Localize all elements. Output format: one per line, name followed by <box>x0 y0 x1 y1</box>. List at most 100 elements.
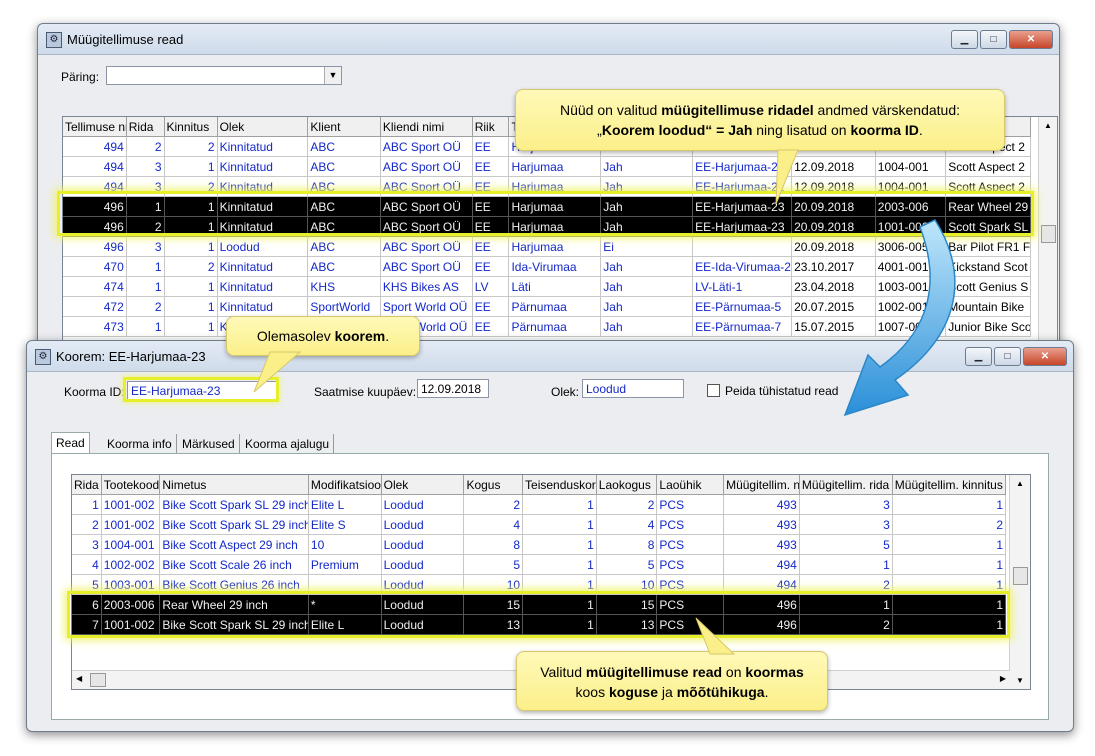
table-cell[interactable]: 15 <box>463 594 524 615</box>
table-row[interactable]: 494 3 1 Kinnitatud ABC ABC Sport OÜ EE Harjumaa… <box>63 156 1031 177</box>
table-cell[interactable]: ABC <box>307 136 381 157</box>
table-cell[interactable]: ABC <box>307 216 381 237</box>
table-cell[interactable]: 10 <box>463 574 524 595</box>
table-cell[interactable]: 1 <box>892 594 1007 615</box>
table-cell[interactable]: EE-Pärnumaa-5 <box>692 296 793 317</box>
table-cell[interactable]: 493 <box>723 494 800 515</box>
table-cell[interactable]: EE <box>472 316 510 337</box>
table-row[interactable]: 496 1 1 Kinnitatud ABC ABC Sport OÜ EE Harjumaa… <box>63 196 1031 217</box>
table-cell[interactable]: ABC <box>307 176 381 197</box>
table-cell[interactable]: EE-Pärnumaa-7 <box>692 316 793 337</box>
tab-read[interactable]: Read <box>51 432 90 455</box>
table-cell[interactable]: 1 <box>522 534 597 555</box>
table-cell[interactable]: 15 <box>596 594 658 615</box>
table-cell[interactable]: 494 <box>723 574 800 595</box>
scroll-up-arrow-icon[interactable]: ▲ <box>1010 479 1030 488</box>
table-cell[interactable]: ABC Sport OÜ <box>380 156 473 177</box>
table-cell[interactable]: Kinnitatud <box>217 136 309 157</box>
table-cell[interactable]: 10 <box>308 534 382 555</box>
maximize-button[interactable]: □ <box>980 30 1007 49</box>
column-header[interactable]: Laoühik <box>656 475 725 495</box>
table-cell[interactable]: ABC Sport OÜ <box>380 236 473 257</box>
table-cell[interactable]: 493 <box>723 534 800 555</box>
table-cell[interactable]: PCS <box>656 494 725 515</box>
table-cell[interactable]: 1 <box>522 614 597 635</box>
table-cell[interactable]: 1001-002 <box>101 614 161 635</box>
column-header[interactable]: Müügitellim. rida <box>799 475 893 495</box>
table-cell[interactable]: Rear Wheel 29 inch <box>159 594 309 615</box>
table-cell[interactable]: Kinnitatud <box>217 156 309 177</box>
status-field[interactable]: Loodud <box>582 379 684 398</box>
table-cell[interactable]: ABC Sport OÜ <box>380 176 473 197</box>
table-cell[interactable]: Loodud <box>217 236 309 257</box>
table-cell[interactable]: Kinnitatud <box>217 296 309 317</box>
table-cell[interactable]: 1004-001 <box>875 156 947 177</box>
column-header[interactable]: Tootekood <box>101 475 161 495</box>
table-cell[interactable]: 1 <box>522 514 597 535</box>
table-cell[interactable]: Loodud <box>381 574 465 595</box>
table-cell[interactable]: 4 <box>72 554 102 575</box>
table-cell[interactable]: 496 <box>63 196 127 217</box>
table-cell[interactable]: 474 <box>63 276 127 297</box>
table-cell[interactable]: EE <box>472 136 510 157</box>
column-header[interactable]: Rida <box>72 475 102 495</box>
table-cell[interactable]: EE <box>472 156 510 177</box>
scroll-down-arrow-icon[interactable]: ▼ <box>1010 676 1030 685</box>
table-cell[interactable]: 1 <box>892 534 1007 555</box>
table-cell[interactable]: 5 <box>596 554 658 575</box>
minimize-button[interactable]: ▁ <box>951 30 978 49</box>
column-header[interactable]: Müügitellim. kinnitus <box>892 475 1007 495</box>
scroll-thumb[interactable] <box>1013 567 1028 585</box>
table-cell[interactable]: 1003-001 <box>101 574 161 595</box>
table-cell[interactable]: 5 <box>463 554 524 575</box>
table-cell[interactable]: Harjumaa <box>508 156 602 177</box>
table-cell[interactable]: 5 <box>799 534 893 555</box>
table-cell[interactable]: 2 <box>892 514 1007 535</box>
table-cell[interactable]: 1 <box>164 276 218 297</box>
table-cell[interactable]: ABC <box>307 156 381 177</box>
table-cell[interactable]: EE-Harjumaa-23 <box>692 216 793 237</box>
table-cell[interactable]: Pärnumaa <box>508 296 602 317</box>
table-cell[interactable]: SportWorld <box>307 296 381 317</box>
scroll-right-arrow-icon[interactable]: ▶ <box>1000 674 1006 683</box>
table-cell[interactable]: ABC <box>307 196 381 217</box>
table-cell[interactable]: 1 <box>164 316 218 337</box>
table-cell[interactable]: Harjumaa <box>508 236 602 257</box>
table-cell[interactable]: 2 <box>164 176 218 197</box>
table-cell[interactable]: 2003-006 <box>101 594 161 615</box>
table-cell[interactable]: LV-Läti-1 <box>692 276 793 297</box>
table-cell[interactable]: Ida-Virumaa <box>508 256 602 277</box>
table-cell[interactable]: Jah <box>600 256 694 277</box>
table-cell[interactable]: 1 <box>522 554 597 575</box>
table-cell[interactable]: 2 <box>596 494 658 515</box>
table-cell[interactable]: 13 <box>596 614 658 635</box>
table-cell[interactable]: Kinnitatud <box>217 176 309 197</box>
table-cell[interactable]: 1 <box>892 554 1007 575</box>
table-cell[interactable]: Jah <box>600 196 694 217</box>
table-row[interactable]: 494 3 2 Kinnitatud ABC ABC Sport OÜ EE Harjumaa… <box>63 176 1031 197</box>
column-header[interactable]: Laokogus <box>596 475 658 495</box>
table-cell[interactable]: Bike Scott Scale 26 inch <box>159 554 309 575</box>
table-cell[interactable]: Premium <box>308 554 382 575</box>
table-cell[interactable]: 494 <box>63 136 127 157</box>
table-cell[interactable]: 1 <box>126 316 165 337</box>
table-cell[interactable]: 473 <box>63 316 127 337</box>
table-cell[interactable]: Loodud <box>381 514 465 535</box>
table-cell[interactable]: 496 <box>63 236 127 257</box>
table-cell[interactable]: 2003-006 <box>875 196 947 217</box>
table-cell[interactable]: Harjumaa <box>508 216 602 237</box>
table-cell[interactable]: Läti <box>508 276 602 297</box>
table-cell[interactable]: 470 <box>63 256 127 277</box>
table-cell[interactable]: 7 <box>72 614 102 635</box>
table-cell[interactable]: Bike Scott Spark SL 29 inch <box>159 614 309 635</box>
table-row[interactable]: 7 1001-002 Bike Scott Spark SL 29 inch Elit… <box>72 614 1007 635</box>
table-cell[interactable]: 1 <box>522 494 597 515</box>
table-cell[interactable]: EE <box>472 176 510 197</box>
table-cell[interactable]: 496 <box>723 594 800 615</box>
table-cell[interactable]: Jah <box>600 216 694 237</box>
query-select[interactable]: ▼ <box>106 66 342 85</box>
table-cell[interactable]: Kinnitatud <box>217 256 309 277</box>
table-cell[interactable]: 1 <box>164 236 218 257</box>
table-cell[interactable]: Harjumaa <box>508 196 602 217</box>
column-header[interactable]: Teisenduskordaja <box>522 475 597 495</box>
